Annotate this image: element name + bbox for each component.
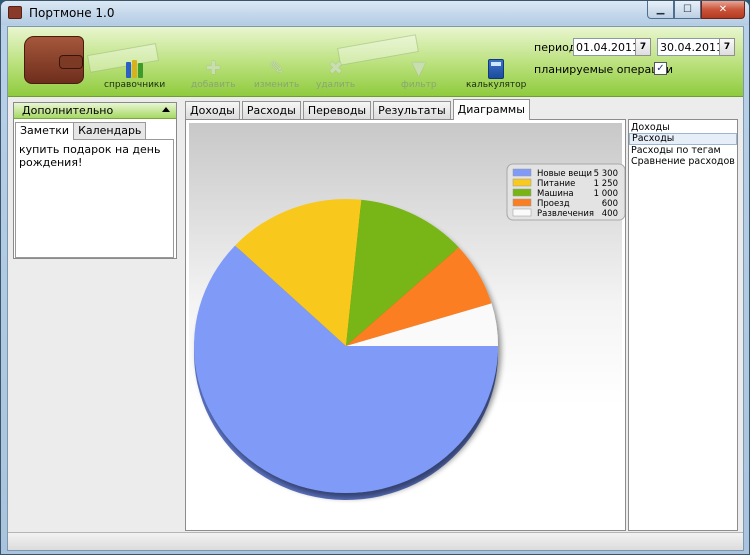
delete-x-icon: ✖ bbox=[328, 58, 344, 79]
filter-button[interactable]: ▼ фильтр bbox=[401, 59, 437, 93]
plus-icon: ✚ bbox=[205, 58, 221, 79]
calendar-icon: 7 bbox=[639, 42, 647, 52]
legend-swatch-food bbox=[512, 178, 532, 187]
legend-value-entertainment: 400 bbox=[602, 209, 618, 219]
books-icon bbox=[124, 59, 146, 79]
to-calendar-button[interactable]: 7 bbox=[719, 38, 735, 56]
app-window: Портмоне 1.0 ▁ ☐ ✕ справочники ✚ добавит… bbox=[0, 0, 750, 555]
tab-charts[interactable]: Диаграммы bbox=[452, 99, 530, 120]
legend-label-new-items: Новые вещи bbox=[537, 169, 592, 179]
add-button[interactable]: ✚ добавить bbox=[191, 59, 236, 93]
legend-value-new-items: 5 300 bbox=[594, 169, 618, 179]
additional-panel: Дополнительно Заметки Календарь купить п… bbox=[13, 102, 177, 259]
legend-label-car: Машина bbox=[537, 189, 574, 199]
window-title: Портмоне 1.0 bbox=[29, 6, 115, 20]
legend-value-transport: 600 bbox=[602, 199, 618, 209]
list-item-expense-comparison-chart[interactable]: Сравнение расходов bbox=[629, 156, 737, 167]
tab-results[interactable]: Результаты bbox=[373, 101, 451, 119]
delete-button[interactable]: ✖ удалить bbox=[316, 59, 355, 93]
checkmark-icon: ✓ bbox=[656, 63, 665, 74]
tab-transfers[interactable]: Переводы bbox=[302, 101, 372, 119]
period-to-field[interactable]: 30.04.2011 bbox=[657, 38, 723, 56]
minimize-button[interactable]: ▁ bbox=[647, 1, 674, 19]
tab-income[interactable]: Доходы bbox=[185, 101, 240, 119]
list-item-income-chart[interactable]: Доходы bbox=[629, 122, 737, 133]
status-bar bbox=[8, 532, 743, 550]
calculator-button[interactable]: калькулятор bbox=[466, 59, 526, 93]
chart-panel: Новые вещи 5 300 Питание 1 250 Машина 1 000 Пр… bbox=[185, 119, 626, 531]
wallet-app-icon bbox=[8, 6, 22, 19]
chart-legend: Новые вещи 5 300 Питание 1 250 Машина 1 000 Пр… bbox=[506, 163, 625, 221]
pie-chart: Новые вещи 5 300 Питание 1 250 Машина 1 000 Пр… bbox=[194, 163, 625, 500]
tab-expenses[interactable]: Расходы bbox=[241, 101, 301, 119]
minimize-icon: ▁ bbox=[656, 4, 665, 15]
calculator-icon bbox=[485, 59, 507, 79]
legend-label-transport: Проезд bbox=[537, 199, 570, 209]
legend-swatch-new-items bbox=[512, 168, 532, 177]
collapse-arrow-icon[interactable] bbox=[162, 107, 170, 112]
period-from-field[interactable]: 01.04.2011 bbox=[573, 38, 639, 56]
legend-value-car: 1 000 bbox=[594, 189, 618, 199]
title-bar[interactable]: Портмоне 1.0 ▁ ☐ ✕ bbox=[1, 1, 749, 25]
maximize-icon: ☐ bbox=[683, 4, 692, 15]
close-icon: ✕ bbox=[718, 4, 728, 15]
planned-operations-checkbox[interactable]: ✓ bbox=[654, 62, 667, 75]
edit-pencil-icon: ✎ bbox=[269, 58, 285, 79]
legend-swatch-car bbox=[512, 188, 532, 197]
main-tabs: Доходы Расходы Переводы Результаты Диагр… bbox=[185, 99, 532, 120]
filter-flashlight-icon: ▼ bbox=[411, 58, 426, 79]
calendar-icon: 7 bbox=[723, 42, 731, 52]
legend-value-food: 1 250 bbox=[594, 179, 618, 189]
directories-button[interactable]: справочники bbox=[104, 59, 165, 93]
edit-button[interactable]: ✎ изменить bbox=[254, 59, 299, 93]
additional-panel-header[interactable]: Дополнительно bbox=[14, 103, 176, 119]
legend-label-entertainment: Развлечения bbox=[537, 209, 594, 219]
maximize-button[interactable]: ☐ bbox=[674, 1, 701, 19]
from-calendar-button[interactable]: 7 bbox=[635, 38, 651, 56]
close-button[interactable]: ✕ bbox=[701, 1, 745, 19]
tab-calendar[interactable]: Календарь bbox=[73, 122, 147, 139]
list-item-expenses-chart[interactable]: Расходы bbox=[629, 133, 737, 145]
notes-text-area[interactable]: купить подарок на день рождения! bbox=[15, 139, 174, 258]
legend-swatch-entertainment bbox=[512, 208, 532, 217]
toolbar: справочники ✚ добавить ✎ изменить ✖ удал… bbox=[8, 27, 743, 97]
period-label: период bbox=[534, 41, 577, 54]
legend-label-food: Питание bbox=[537, 179, 575, 189]
legend-swatch-transport bbox=[512, 198, 532, 207]
list-item-expenses-by-tags-chart[interactable]: Расходы по тегам bbox=[629, 145, 737, 156]
tab-notes[interactable]: Заметки bbox=[15, 122, 75, 140]
chart-type-list: Доходы Расходы Расходы по тегам Сравнени… bbox=[628, 119, 738, 531]
wallet-logo bbox=[24, 36, 84, 84]
planned-operations-label: планируемые операции bbox=[534, 63, 674, 76]
client-area: справочники ✚ добавить ✎ изменить ✖ удал… bbox=[7, 26, 744, 551]
